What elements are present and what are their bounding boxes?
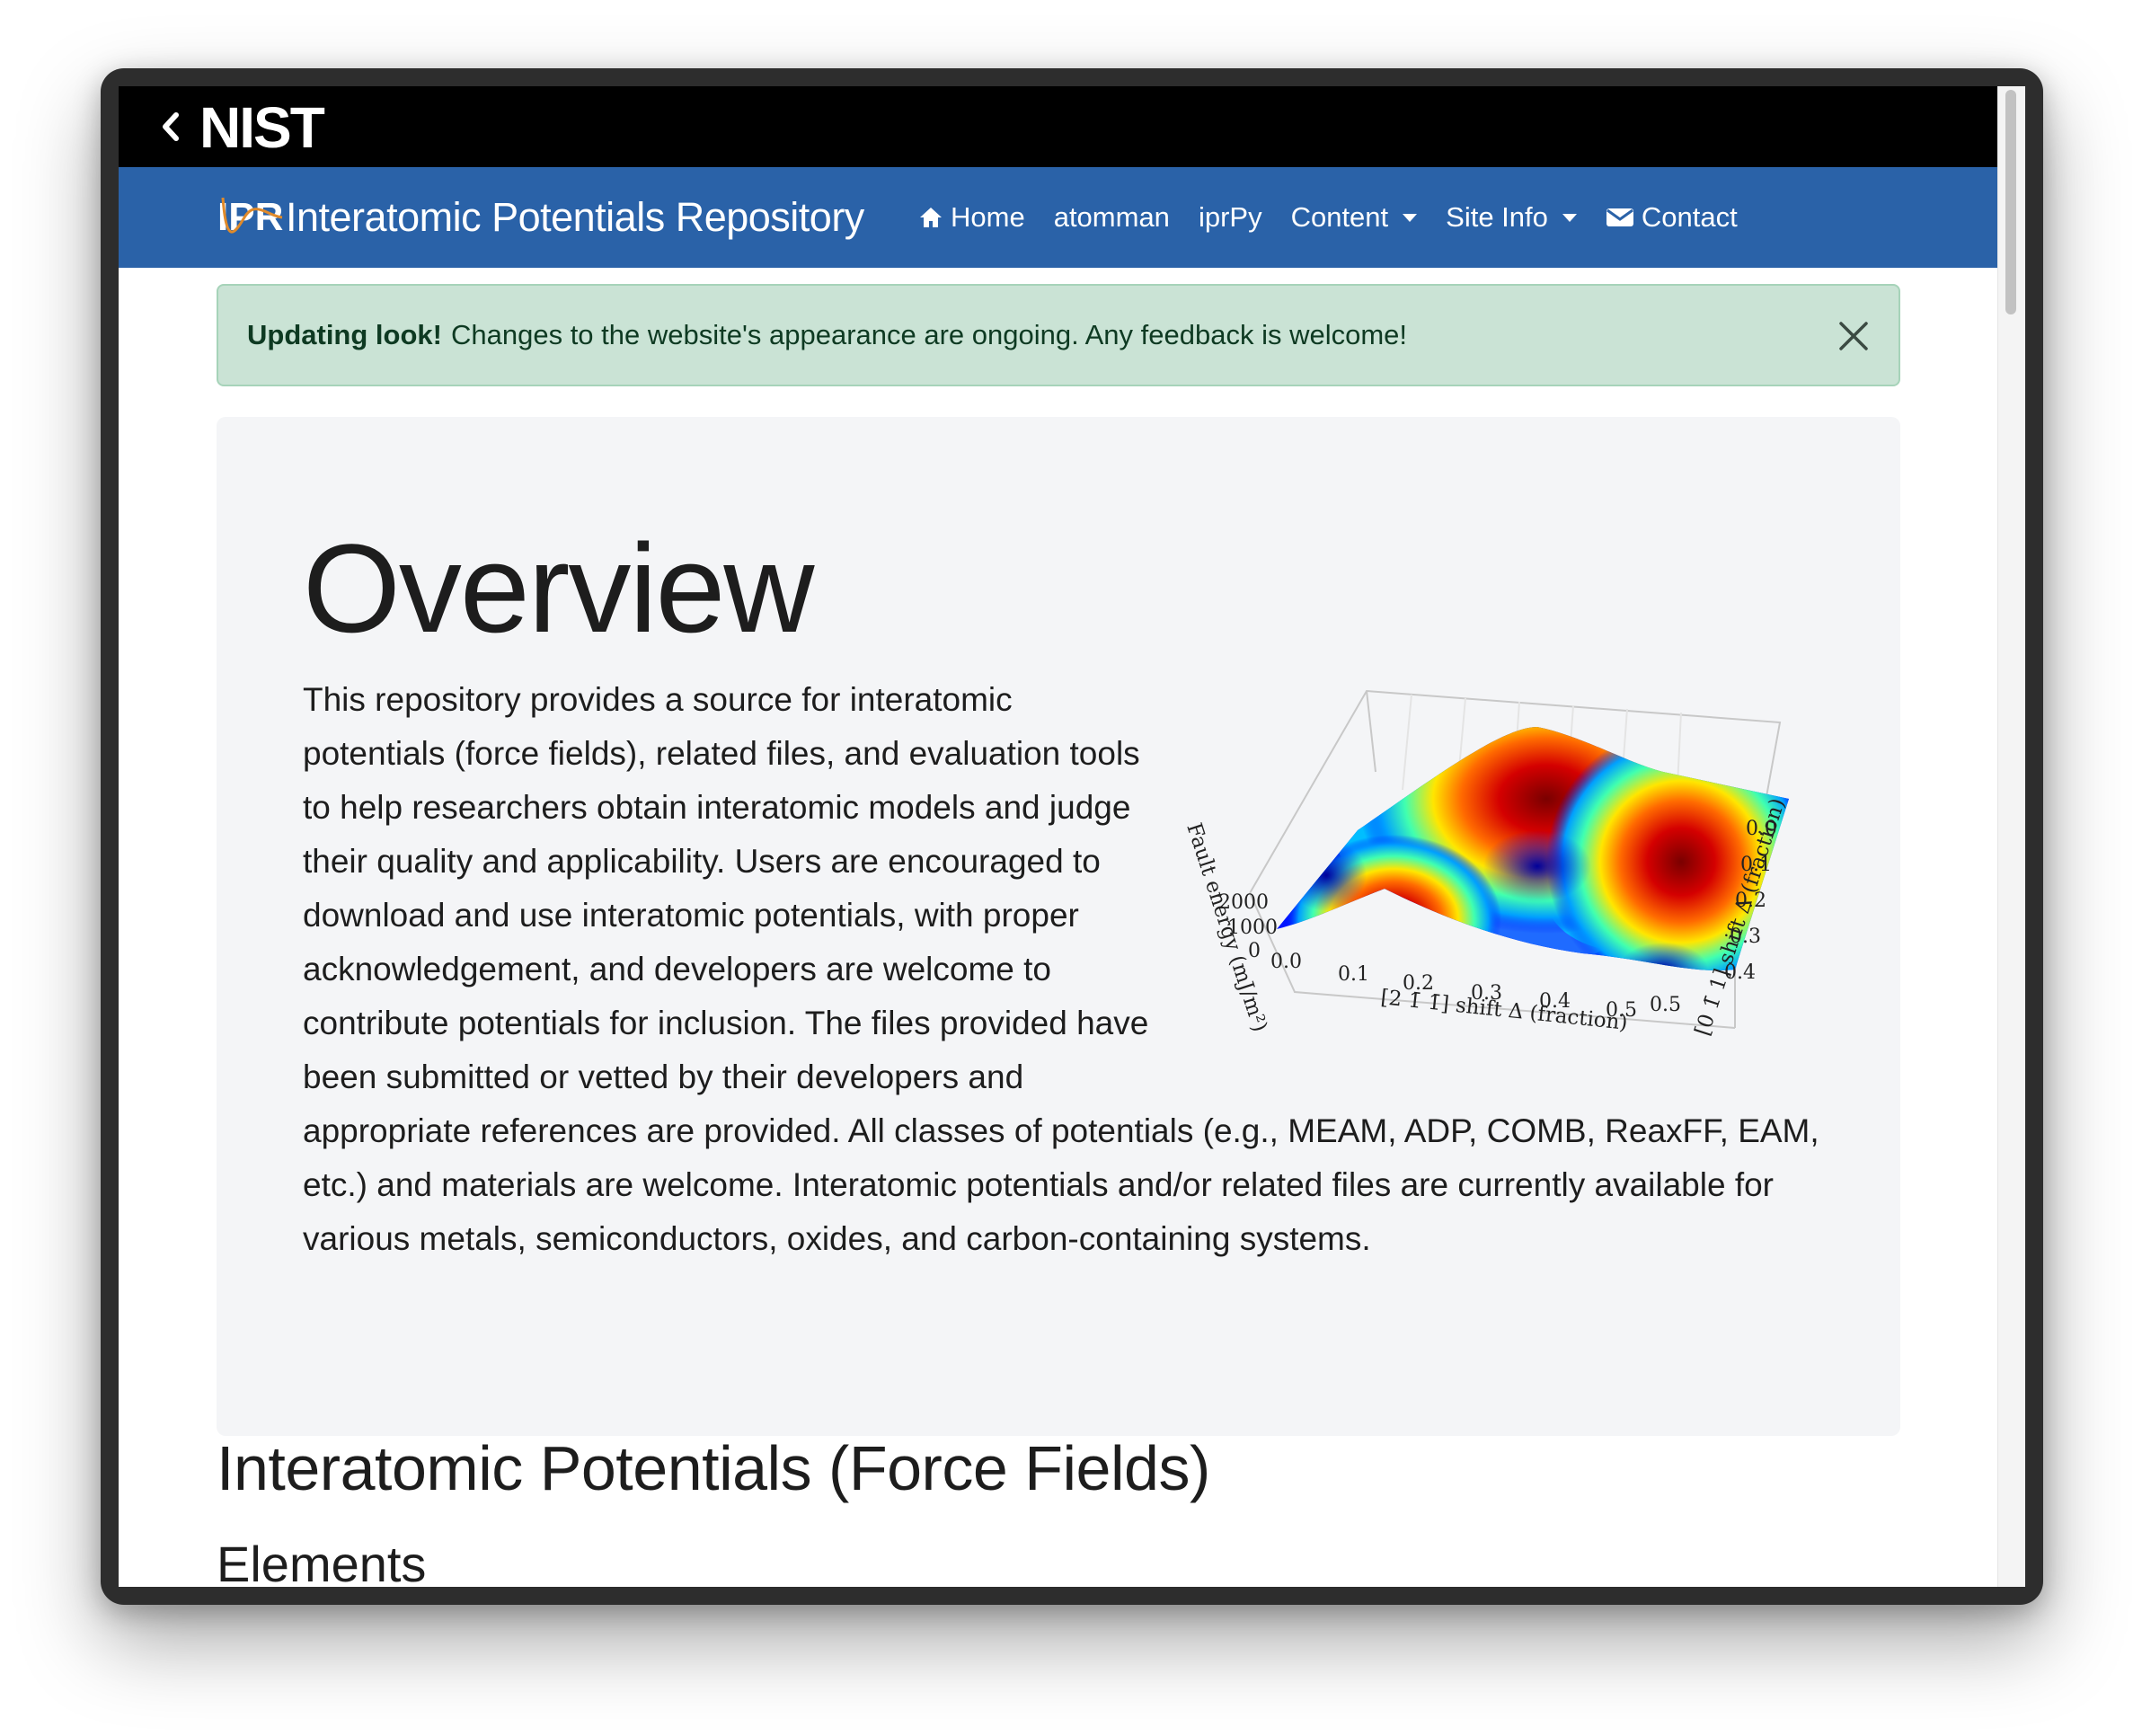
nist-header: NIST [119, 86, 1998, 167]
brand-title: Interatomic Potentials Repository [286, 194, 864, 240]
browser-viewport: NIST IPR Interatomic Potentials Reposito… [119, 86, 2025, 1587]
nav-iprpy-label: iprPy [1198, 201, 1262, 233]
alert-title: Updating look! [247, 319, 442, 350]
overview-paragraph: This repository provides a source for in… [303, 673, 1821, 1266]
nist-logo[interactable]: NIST [199, 95, 379, 160]
nav-iprpy[interactable]: iprPy [1199, 201, 1262, 234]
nav-contact-label: Contact [1641, 201, 1738, 233]
nav-content-dropdown[interactable]: Content [1291, 201, 1418, 234]
envelope-icon [1606, 208, 1633, 226]
figure-spacer [1152, 673, 1821, 1064]
nav-site-info-dropdown[interactable]: Site Info [1446, 201, 1577, 234]
updating-look-alert: Updating look! Changes to the website's … [217, 284, 1900, 386]
nav-atomman[interactable]: atomman [1054, 201, 1170, 234]
caret-down-icon [1562, 213, 1577, 222]
overview-jumbotron: Overview 2000 1000 0 0.0 0.1 0.2 0.3 0.4… [217, 417, 1900, 1436]
ipr-logo: IPR [217, 190, 284, 244]
brand[interactable]: IPR Interatomic Potentials Repository [217, 167, 864, 268]
close-icon [1839, 322, 1868, 350]
scrollbar-thumb[interactable] [2005, 90, 2016, 314]
vertical-scrollbar[interactable] [1997, 86, 2025, 1587]
home-icon [920, 208, 942, 227]
caret-down-icon [1403, 213, 1418, 222]
alert-message: Changes to the website's appearance are … [450, 319, 1408, 350]
nav-home-label: Home [951, 201, 1025, 233]
ipr-logo-curve-icon [221, 197, 283, 234]
nav-atomman-label: atomman [1053, 201, 1170, 233]
svg-text:NIST: NIST [199, 95, 325, 158]
main-navbar: IPR Interatomic Potentials Repository Ho… [119, 167, 1998, 268]
nav-contact[interactable]: Contact [1606, 201, 1738, 234]
nav-home[interactable]: Home [918, 201, 1025, 234]
elements-heading: Elements [217, 1536, 427, 1587]
alert-close-button[interactable] [1836, 318, 1872, 354]
back-chevron-icon[interactable] [156, 106, 192, 147]
nav-items: Home atomman iprPy Content Site Info Con… [918, 167, 1738, 268]
overview-title: Overview [303, 518, 814, 659]
nav-site-info-label: Site Info [1446, 201, 1548, 233]
alert-text: Updating look! Changes to the website's … [247, 286, 1407, 385]
nav-content-label: Content [1290, 201, 1389, 233]
potentials-heading: Interatomic Potentials (Force Fields) [217, 1433, 1210, 1503]
